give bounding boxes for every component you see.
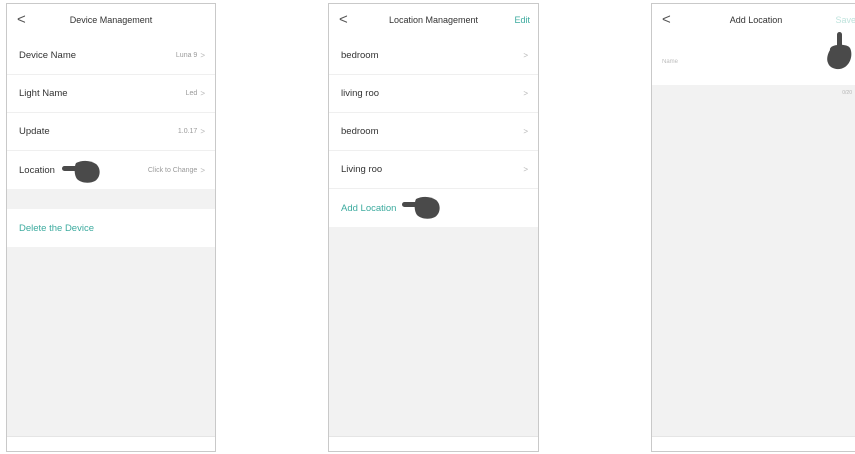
section-divider xyxy=(7,189,215,209)
chevron-right-icon: > xyxy=(523,165,528,174)
chevron-right-icon: > xyxy=(523,51,528,60)
light-name-row[interactable]: Light Name Led > xyxy=(7,75,215,113)
bottom-bar xyxy=(652,436,855,451)
add-location-label: Add Location xyxy=(341,202,397,214)
edit-button[interactable]: Edit xyxy=(514,14,530,26)
delete-device-label: Delete the Device xyxy=(19,222,94,234)
row-label: Light Name xyxy=(19,88,68,99)
location-management-screen: < Location Management Edit bedroom > liv… xyxy=(328,3,539,452)
device-name-row[interactable]: Device Name Luna 9 > xyxy=(7,37,215,75)
page-title: Location Management xyxy=(388,15,479,25)
delete-device-button[interactable]: Delete the Device xyxy=(7,209,215,247)
chevron-right-icon: > xyxy=(523,127,528,136)
char-counter: 0/20 xyxy=(842,90,852,96)
pointing-hand-icon xyxy=(402,196,440,219)
location-name: living roo xyxy=(341,88,380,99)
page-title: Device Management xyxy=(69,15,153,25)
chevron-right-icon: > xyxy=(200,165,205,175)
row-value: Led xyxy=(185,90,198,97)
list-item[interactable]: living roo > xyxy=(329,75,538,113)
tapping-hand-icon xyxy=(827,32,852,70)
row-value: Luna 9 xyxy=(175,52,198,59)
bottom-bar xyxy=(329,436,538,451)
row-label: Location xyxy=(19,164,55,176)
location-name: Living roo xyxy=(341,164,383,175)
header: < Location Management Edit xyxy=(329,4,538,38)
list-item[interactable]: bedroom > xyxy=(329,37,538,75)
chevron-right-icon: > xyxy=(200,51,205,60)
chevron-right-icon: > xyxy=(200,127,205,136)
device-management-screen: < Device Management Device Name Luna 9 >… xyxy=(6,3,216,452)
page-title: Add Location xyxy=(729,15,783,25)
location-name: bedroom xyxy=(341,50,379,61)
list-item[interactable]: bedroom > xyxy=(329,113,538,151)
name-input[interactable] xyxy=(662,59,812,65)
settings-list: Device Name Luna 9 > Light Name Led > Up… xyxy=(7,37,215,247)
row-label: Update xyxy=(19,126,50,137)
header: < Device Management xyxy=(7,4,215,38)
update-row[interactable]: Update 1.0.17 > xyxy=(7,113,215,151)
location-row[interactable]: Location Click to Change > xyxy=(7,151,215,189)
save-button[interactable]: Save xyxy=(835,14,855,26)
row-value: Click to Change xyxy=(147,166,198,174)
list-item[interactable]: Living roo > xyxy=(329,151,538,189)
chevron-right-icon: > xyxy=(523,89,528,98)
location-name: bedroom xyxy=(341,126,379,137)
pointing-hand-icon xyxy=(62,160,100,183)
row-label: Device Name xyxy=(19,50,77,61)
bottom-bar xyxy=(7,436,215,451)
chevron-right-icon: > xyxy=(200,89,205,98)
row-value: 1.0.17 xyxy=(177,128,198,135)
